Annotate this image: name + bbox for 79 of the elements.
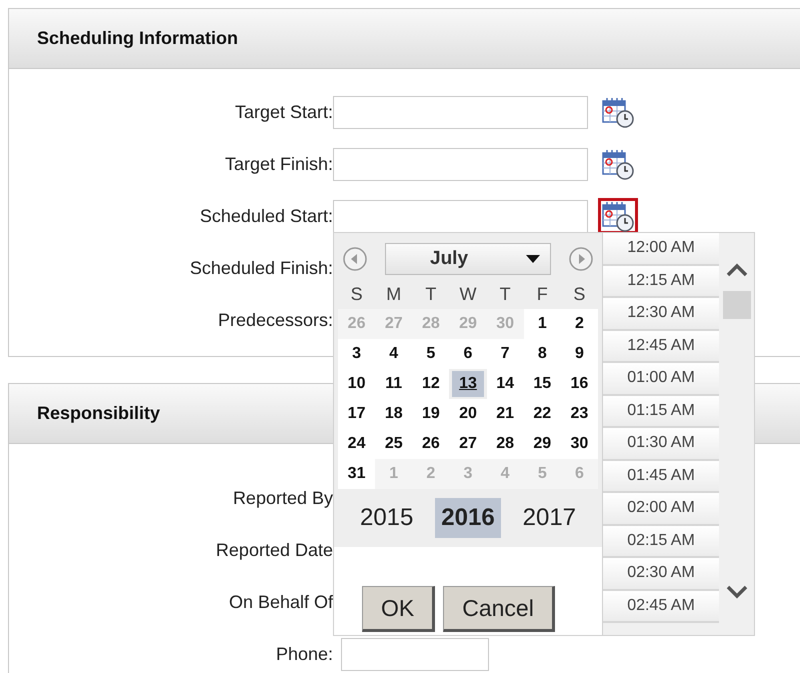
caret-icon	[526, 255, 540, 263]
day-cell[interactable]: 10	[338, 369, 376, 399]
day-cell[interactable]: 26	[412, 429, 450, 459]
time-option[interactable]: 01:00 AM	[603, 363, 719, 396]
day-cell[interactable]: 1	[524, 309, 561, 339]
input-field[interactable]	[341, 638, 489, 670]
field-label: Target Start:	[234, 100, 333, 124]
calendar-clock-icon	[601, 148, 635, 180]
day-cell[interactable]: 15	[524, 369, 561, 399]
ok-button[interactable]: OK	[362, 586, 436, 632]
field-label: Predecessors:	[216, 308, 333, 332]
field-label: Target Finish:	[224, 152, 333, 176]
time-option[interactable]: 02:00 AM	[603, 493, 719, 526]
time-option[interactable]: 01:45 AM	[603, 460, 719, 493]
time-option[interactable]: 01:15 AM	[603, 396, 719, 428]
date-field[interactable]	[333, 148, 588, 180]
day-cell[interactable]: 24	[338, 429, 376, 459]
year-option[interactable]: 2015	[354, 498, 420, 538]
weekday-label: T	[498, 282, 512, 306]
month-dropdown[interactable]: July	[385, 243, 551, 275]
chevron-up-icon[interactable]	[726, 263, 748, 277]
time-option[interactable]: 02:15 AM	[603, 526, 719, 558]
previous-month-button[interactable]	[342, 246, 368, 272]
day-cell[interactable]: 18	[375, 399, 412, 429]
day-cell[interactable]: 4	[375, 339, 412, 369]
weekday-label: W	[458, 282, 478, 306]
field-label: On Behalf Of	[228, 590, 333, 614]
day-cell[interactable]: 21	[486, 399, 524, 429]
day-cell[interactable]: 27	[449, 429, 487, 459]
date-field[interactable]	[333, 96, 588, 128]
day-cell[interactable]: 5	[412, 339, 450, 369]
day-cell[interactable]: 31	[338, 459, 376, 489]
day-cell[interactable]: 2	[560, 309, 598, 339]
calendar-clock-icon	[601, 96, 635, 128]
weekday-label: M	[385, 282, 402, 306]
field-label: Reported Date	[214, 538, 333, 562]
weekday-label: S	[350, 282, 364, 306]
time-option[interactable]: 02:45 AM	[603, 590, 719, 623]
field-label: Scheduled Start:	[198, 204, 333, 228]
scrollbar-thumb[interactable]	[722, 291, 750, 319]
field-label: Phone:	[274, 642, 333, 666]
day-cell[interactable]: 16	[560, 369, 598, 399]
day-cell[interactable]: 28	[486, 429, 524, 459]
year-option[interactable]: 2017	[516, 498, 582, 538]
day-cell[interactable]: 9	[560, 339, 598, 369]
time-option[interactable]: 12:45 AM	[603, 330, 719, 363]
chevron-down-icon[interactable]	[726, 585, 748, 599]
day-cell[interactable]: 12	[412, 369, 450, 399]
section-title: Scheduling Information	[37, 27, 238, 50]
day-cell[interactable]: 17	[338, 399, 376, 429]
field-label: Scheduled Finish:	[188, 256, 333, 280]
day-cell[interactable]: 20	[449, 399, 487, 429]
day-cell[interactable]: 25	[375, 429, 412, 459]
field-label: Reported By	[232, 486, 333, 510]
date-field[interactable]	[333, 200, 588, 232]
year-option[interactable]: 2016	[435, 498, 501, 538]
weekday-label: F	[536, 282, 549, 306]
day-cell[interactable]: 30	[560, 429, 598, 459]
next-month-button[interactable]	[568, 246, 594, 272]
day-cell[interactable]: 29	[524, 429, 561, 459]
day-cell[interactable]: 14	[486, 369, 524, 399]
section-title: Responsibility	[37, 402, 160, 425]
time-option[interactable]: 01:30 AM	[603, 428, 719, 460]
day-cell[interactable]: 6	[449, 339, 487, 369]
cancel-button[interactable]: Cancel	[443, 586, 555, 632]
time-option[interactable]: 12:30 AM	[603, 298, 719, 330]
day-cell[interactable]: 23	[560, 399, 598, 429]
time-option[interactable]: 12:15 AM	[603, 266, 719, 298]
day-cell[interactable]: 22	[524, 399, 561, 429]
time-option[interactable]: 02:30 AM	[603, 558, 719, 590]
day-cell[interactable]: 3	[338, 339, 376, 369]
day-cell[interactable]: 11	[375, 369, 412, 399]
day-cell[interactable]: 8	[524, 339, 561, 369]
day-cell[interactable]: 19	[412, 399, 450, 429]
weekday-label: S	[572, 282, 586, 306]
day-cell[interactable]: 13	[452, 371, 484, 397]
weekday-label: T	[424, 282, 438, 306]
time-option[interactable]: 12:00 AM	[603, 233, 719, 266]
day-cell[interactable]: 7	[486, 339, 524, 369]
